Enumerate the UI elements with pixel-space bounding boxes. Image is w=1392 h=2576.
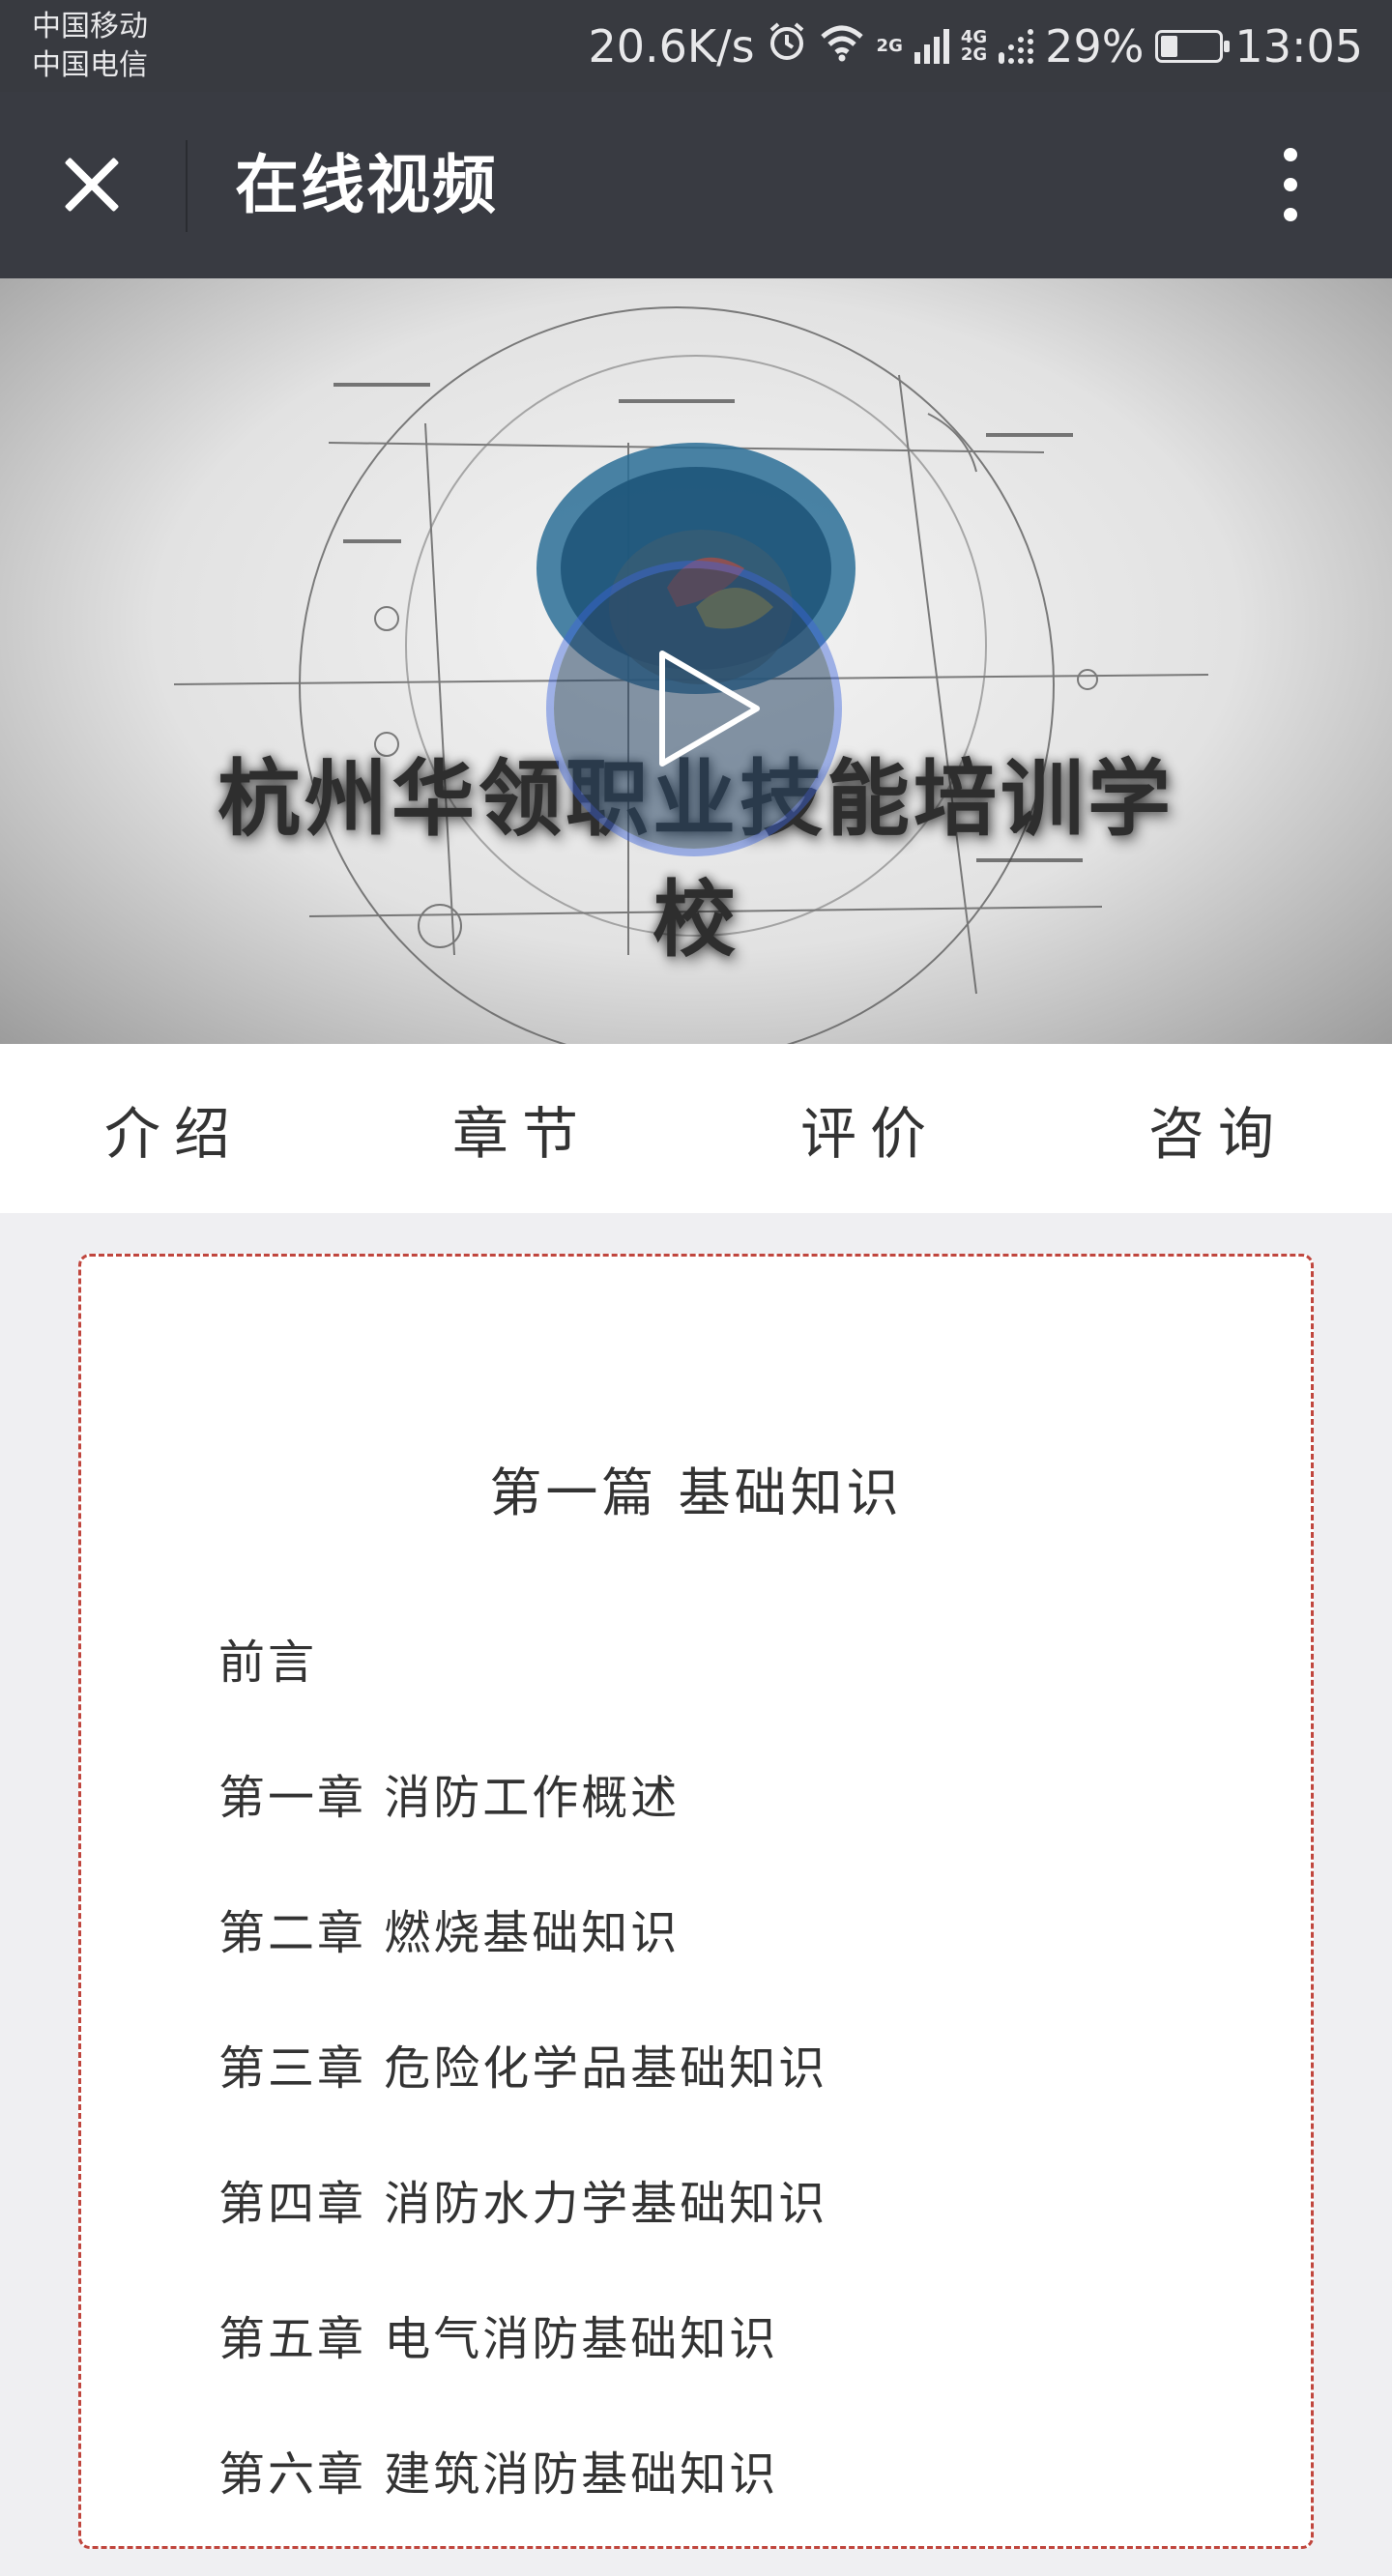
alarm-icon <box>767 20 807 72</box>
network-type-2b-label: 2G <box>960 43 988 65</box>
tab-bar: 介绍 章节 评价 咨询 <box>0 1044 1392 1213</box>
signal-icon-1 <box>914 28 949 64</box>
battery-percent: 29% <box>1045 19 1145 72</box>
network-type-2: 4G 2G <box>960 26 988 65</box>
status-bar: 中国移动 中国电信 20.6K/s 2G 4G 2G 29% 13:05 <box>0 0 1392 92</box>
signal-icon-2 <box>999 28 1034 64</box>
chapter-card: 第一篇 基础知识 前言 第一章 消防工作概述 第二章 燃烧基础知识 第三章 危险… <box>78 1254 1314 2549</box>
tab-consult[interactable]: 咨询 <box>1044 1044 1392 1213</box>
chapter-item-1[interactable]: 第一章 消防工作概述 <box>218 1764 827 1899</box>
battery-level <box>1161 35 1178 57</box>
network-type-1-label: 2G <box>876 35 903 56</box>
title-bar: 在线视频 <box>0 92 1392 278</box>
chapter-list: 前言 第一章 消防工作概述 第二章 燃烧基础知识 第三章 危险化学品基础知识 第… <box>218 1629 827 2576</box>
tab-reviews[interactable]: 评价 <box>696 1044 1044 1213</box>
chapter-item-3[interactable]: 第三章 危险化学品基础知识 <box>218 2035 827 2170</box>
tab-chapters[interactable]: 章节 <box>348 1044 696 1213</box>
carrier-2: 中国电信 <box>32 48 148 82</box>
network-type-1: 2G <box>876 35 903 56</box>
page-title: 在线视频 <box>235 148 498 222</box>
clock: 13:05 <box>1234 19 1363 72</box>
wifi-icon <box>819 20 865 72</box>
network-speed: 20.6K/s <box>588 19 755 72</box>
tab-intro[interactable]: 介绍 <box>0 1044 348 1213</box>
title-divider <box>186 140 188 232</box>
battery-icon <box>1155 29 1231 63</box>
carrier-info: 中国移动 中国电信 <box>32 8 148 85</box>
more-vertical-icon[interactable] <box>1276 148 1305 225</box>
close-icon[interactable] <box>53 146 130 223</box>
chapter-item-4[interactable]: 第四章 消防水力学基础知识 <box>218 2170 827 2305</box>
chapter-item-preface[interactable]: 前言 <box>218 1629 827 1764</box>
carrier-1: 中国移动 <box>32 10 148 43</box>
video-player[interactable]: 杭州华领职业技能培训学校 <box>0 278 1392 1044</box>
chapter-item-2[interactable]: 第二章 燃烧基础知识 <box>218 1899 827 2035</box>
chapter-item-6[interactable]: 第六章 建筑消防基础知识 <box>218 2441 827 2576</box>
part-title: 第一篇 基础知识 <box>489 1462 903 1523</box>
network-type-2a-label: 4G <box>960 26 988 47</box>
play-icon[interactable] <box>554 568 834 849</box>
chapter-item-5[interactable]: 第五章 电气消防基础知识 <box>218 2305 827 2441</box>
status-indicators: 20.6K/s 2G 4G 2G 29% 13:05 <box>588 0 1363 92</box>
